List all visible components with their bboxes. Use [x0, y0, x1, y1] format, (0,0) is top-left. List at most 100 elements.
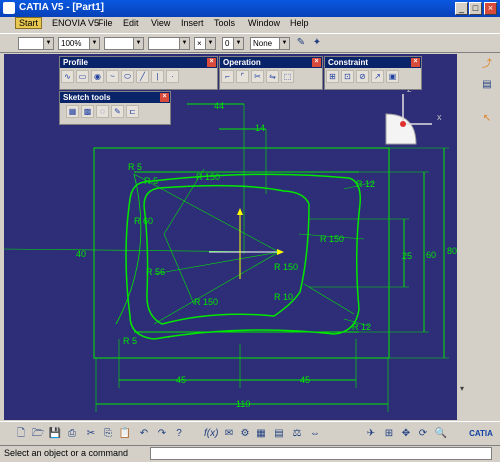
construction-element-icon[interactable]: ◌: [96, 105, 109, 118]
fly-mode-icon[interactable]: ✈: [364, 427, 378, 441]
ellipse-icon[interactable]: ⬭: [121, 70, 134, 83]
menu-file[interactable]: File: [98, 18, 113, 28]
dim-r12-top[interactable]: R 12: [356, 179, 375, 189]
layer-combo[interactable]: None ▼: [250, 37, 290, 50]
sketch-icon[interactable]: ▤: [480, 78, 494, 92]
menu-tools[interactable]: Tools: [214, 18, 235, 28]
line-icon[interactable]: ╱: [136, 70, 149, 83]
menu-help[interactable]: Help: [290, 18, 309, 28]
compass-widget[interactable]: z x: [385, 84, 442, 145]
fit-all-icon[interactable]: ⊞: [382, 427, 396, 441]
close-button[interactable]: ×: [484, 2, 497, 15]
constraint-icon[interactable]: ⊡: [341, 70, 354, 83]
dim-r150-top[interactable]: R 150: [196, 172, 220, 182]
vertical-scrollbar[interactable]: ▾: [458, 54, 472, 420]
save-icon[interactable]: 💾: [48, 427, 62, 441]
dim-r150-bottom[interactable]: R 150: [194, 297, 218, 307]
print-icon[interactable]: ⎙: [65, 427, 79, 441]
dim-25[interactable]: 25: [402, 251, 412, 261]
dim-r60[interactable]: R 60: [134, 216, 153, 226]
select-cursor-icon[interactable]: ↖: [480, 112, 494, 126]
minimize-button[interactable]: _: [455, 2, 468, 15]
dim-80[interactable]: 80: [447, 246, 457, 256]
axis-icon[interactable]: |: [151, 70, 164, 83]
animate-constraint-icon[interactable]: ↗: [371, 70, 384, 83]
undo-icon[interactable]: ↶: [137, 427, 151, 441]
dim-44[interactable]: 44: [214, 101, 224, 111]
dim-r150-right[interactable]: R 150: [320, 234, 344, 244]
mirror-icon[interactable]: ⇋: [266, 70, 279, 83]
dim-45-left[interactable]: 45: [176, 375, 186, 385]
settings-icon[interactable]: ⚙: [238, 427, 252, 441]
comment-icon[interactable]: ✉: [222, 427, 236, 441]
grid-icon[interactable]: ▦: [66, 105, 79, 118]
dimensional-constraints-icon[interactable]: ⊏: [126, 105, 139, 118]
redo-icon[interactable]: ↷: [155, 427, 169, 441]
layer-number-combo[interactable]: 0 ▼: [222, 37, 244, 50]
chamfer-icon[interactable]: ⌜: [236, 70, 249, 83]
sketch-canvas[interactable]: 44 14 R 5 R 5 R 150 R 12 R 60 40 R 150 R…: [4, 54, 457, 420]
menu-window[interactable]: Window: [248, 18, 280, 28]
format-painter-icon[interactable]: ✦: [310, 36, 324, 50]
rectangle-icon[interactable]: ▭: [76, 70, 89, 83]
formula-icon[interactable]: f(x): [204, 427, 218, 441]
dim-14[interactable]: 14: [255, 123, 265, 133]
cut-icon[interactable]: ✂: [84, 427, 98, 441]
point-icon[interactable]: ·: [166, 70, 179, 83]
dim-r150-right-inner[interactable]: R 150: [274, 262, 298, 272]
contact-constraint-icon[interactable]: ⊘: [356, 70, 369, 83]
command-input[interactable]: [150, 447, 492, 460]
close-icon[interactable]: ×: [411, 58, 420, 67]
copy-icon[interactable]: ⎘: [101, 427, 115, 441]
menu-enovia[interactable]: ENOVIA V5: [52, 18, 99, 28]
inner-profile[interactable]: [143, 184, 310, 325]
dim-r5-bottom[interactable]: R 5: [123, 336, 137, 346]
trim-icon[interactable]: ✂: [251, 70, 264, 83]
scroll-down-icon[interactable]: ▾: [460, 384, 468, 393]
transparency-combo[interactable]: 100% ▼: [58, 37, 100, 50]
exit-workbench-icon[interactable]: ⤴: [480, 58, 494, 72]
menu-edit[interactable]: Edit: [123, 18, 139, 28]
profile-icon[interactable]: ∿: [61, 70, 74, 83]
dim-r10[interactable]: R 10: [274, 292, 293, 302]
new-icon[interactable]: 🗋: [14, 427, 28, 441]
linetype-combo[interactable]: ▼: [104, 37, 144, 50]
thickness-combo[interactable]: ▼: [148, 37, 190, 50]
geometrical-constraints-icon[interactable]: ✎: [111, 105, 124, 118]
open-icon[interactable]: 🗁: [31, 427, 45, 441]
menu-view[interactable]: View: [151, 18, 170, 28]
close-icon[interactable]: ×: [160, 93, 169, 102]
dim-60[interactable]: 60: [426, 250, 436, 260]
table-icon[interactable]: ▦: [254, 427, 268, 441]
snap-to-point-icon[interactable]: ▩: [81, 105, 94, 118]
dim-110[interactable]: 110: [236, 399, 250, 409]
paste-icon[interactable]: 📋: [118, 427, 132, 441]
color-combo[interactable]: ▼: [18, 37, 54, 50]
zoom-icon[interactable]: 🔍: [434, 427, 448, 441]
whats-this-icon[interactable]: ?: [172, 427, 186, 441]
spline-icon[interactable]: ~: [106, 70, 119, 83]
dim-r5-top-inner[interactable]: R 5: [144, 176, 158, 186]
catalog-icon[interactable]: ▤: [272, 427, 286, 441]
close-icon[interactable]: ×: [312, 58, 321, 67]
constraint-dialog-icon[interactable]: ⊞: [326, 70, 339, 83]
maximize-button[interactable]: □: [469, 2, 482, 15]
project-3d-icon[interactable]: ⬚: [281, 70, 294, 83]
corner-icon[interactable]: ⌐: [221, 70, 234, 83]
dim-40[interactable]: 40: [76, 249, 86, 259]
measure-icon[interactable]: ⚖: [290, 427, 304, 441]
dimension-icon[interactable]: ⇔: [308, 427, 322, 441]
dim-r56[interactable]: R 56: [146, 267, 165, 277]
rotate-icon[interactable]: ⟳: [416, 427, 430, 441]
point-combo[interactable]: × ▼: [194, 37, 216, 50]
dim-r5-top[interactable]: R 5: [128, 162, 142, 172]
outer-rectangle[interactable]: [93, 147, 390, 359]
menu-insert[interactable]: Insert: [181, 18, 204, 28]
dim-45-right[interactable]: 45: [300, 375, 310, 385]
painter-icon[interactable]: ✎: [294, 36, 308, 50]
menu-start[interactable]: Start: [15, 17, 43, 29]
close-icon[interactable]: ×: [207, 58, 216, 67]
pan-icon[interactable]: ✥: [399, 427, 413, 441]
circle-icon[interactable]: ◉: [91, 70, 104, 83]
edit-multi-constraint-icon[interactable]: ▣: [386, 70, 399, 83]
